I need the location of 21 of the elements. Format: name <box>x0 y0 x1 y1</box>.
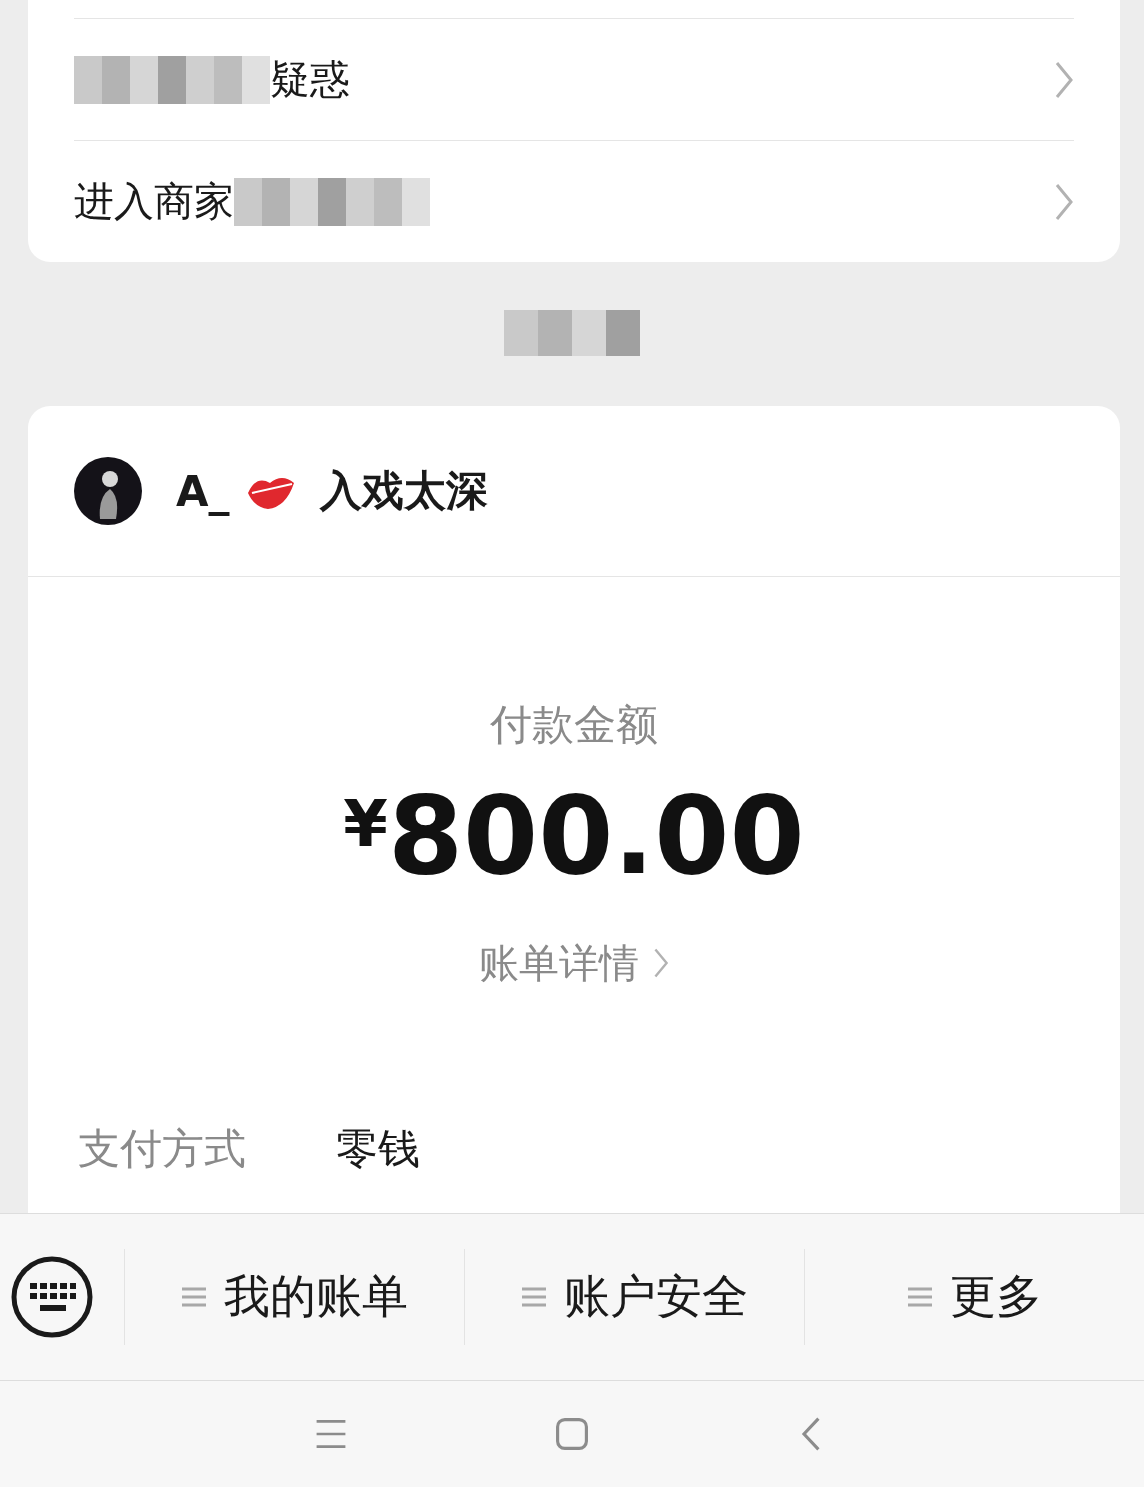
chevron-right-icon[interactable] <box>1054 181 1074 222</box>
menu-button[interactable]: 我的账单 <box>223 1266 408 1328</box>
home-icon[interactable] <box>554 1416 590 1452</box>
method-label: 支付方式 <box>78 1122 246 1175</box>
chevron-right-icon[interactable] <box>1054 59 1074 100</box>
amount-label: 付款金额 <box>490 699 658 751</box>
avatar <box>74 457 142 525</box>
menu-button[interactable]: 账户安全 <box>563 1266 748 1328</box>
chevron-right-icon <box>653 947 669 980</box>
payee-name: 入戏太深 <box>319 465 488 517</box>
payee-name: A_ <box>176 466 230 516</box>
menu-icon <box>521 1286 546 1308</box>
menu-label[interactable]: 疑惑 <box>270 52 350 107</box>
menu-button[interactable]: 更多 <box>949 1266 1042 1328</box>
amount-value: 800.00 <box>387 777 805 896</box>
currency-symbol: ¥ <box>343 787 388 861</box>
method-value: 零钱 <box>336 1122 420 1175</box>
keyboard-icon[interactable] <box>10 1255 94 1339</box>
menu-icon <box>181 1286 206 1308</box>
menu-label[interactable]: 进入商家 <box>74 174 234 229</box>
menu-icon <box>907 1286 932 1308</box>
